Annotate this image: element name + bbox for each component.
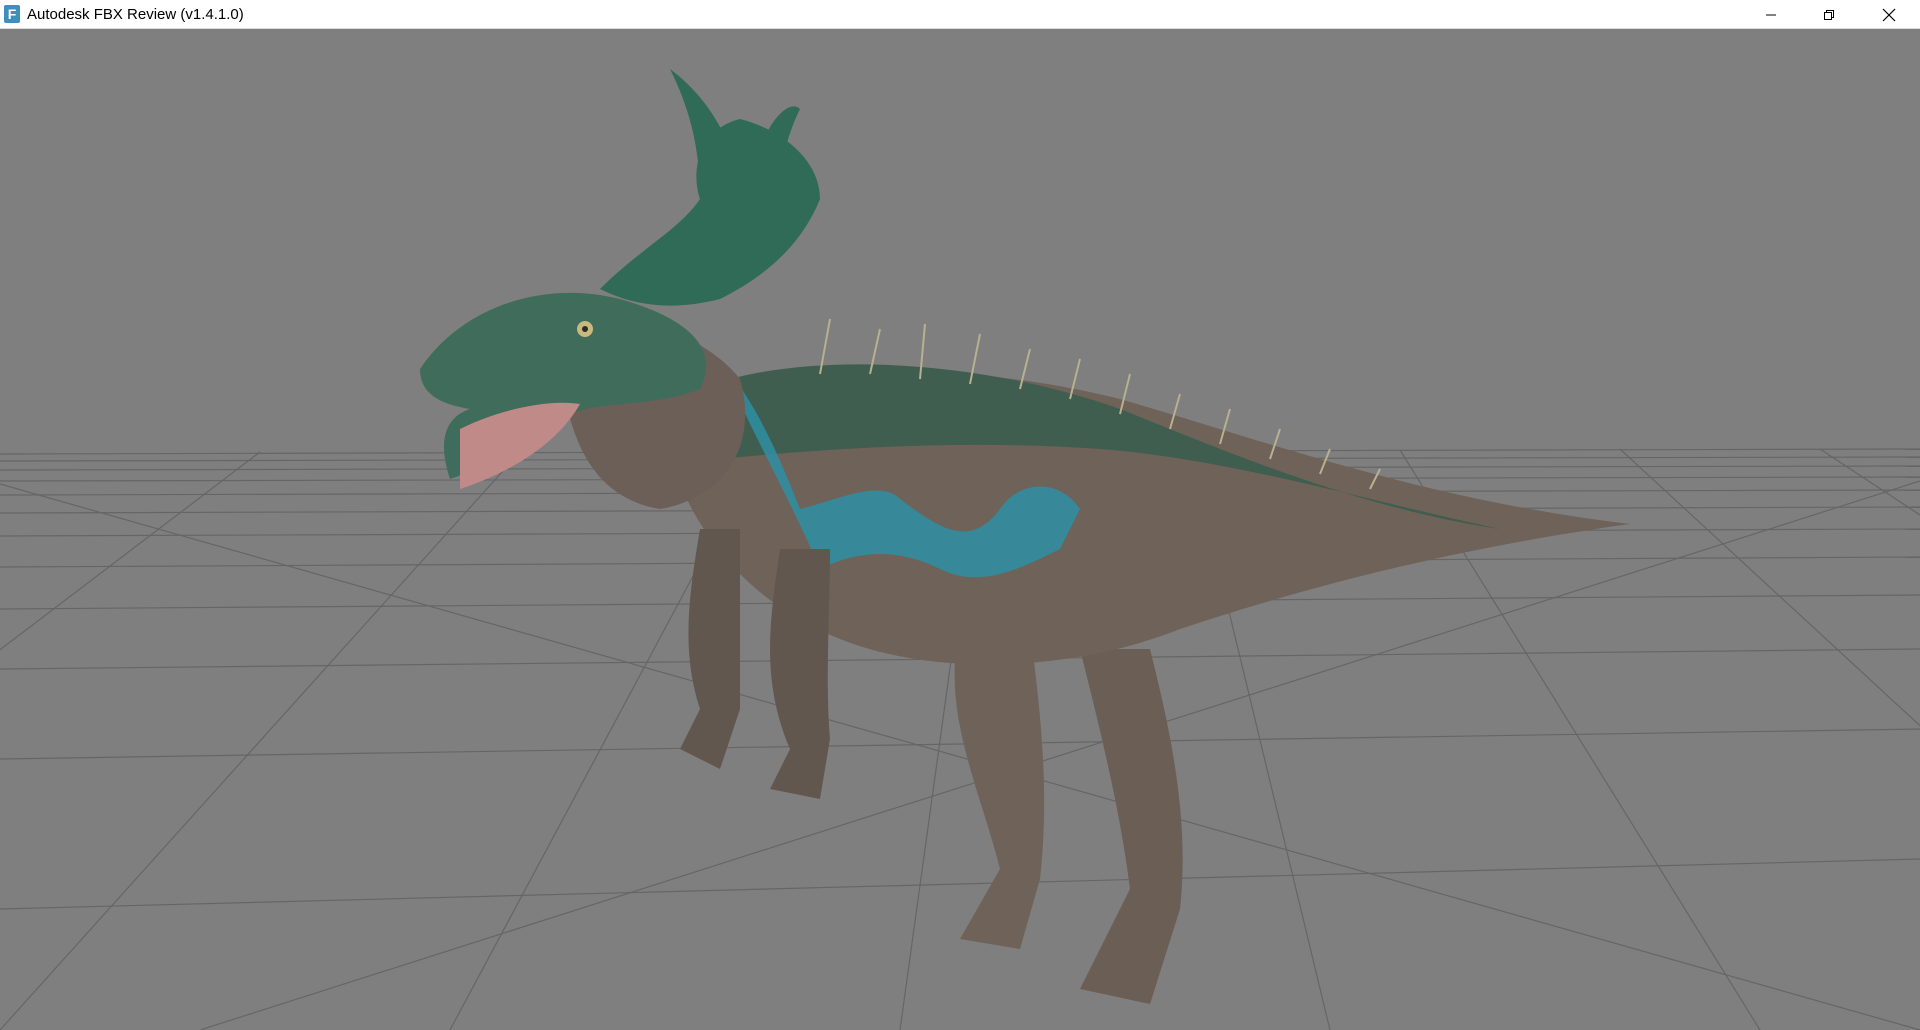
viewport-scene [0,69,1920,1030]
restore-button[interactable] [1800,0,1858,29]
minimize-icon [1766,14,1776,15]
3d-viewport[interactable] [0,29,1920,1030]
minimize-button[interactable] [1742,0,1800,29]
dinosaur-model [420,69,1630,1004]
fbx-review-app-icon: F [4,5,20,23]
restore-icon [1824,9,1834,20]
title-bar: F Autodesk FBX Review (v1.4.1.0) [0,0,1920,29]
close-button[interactable] [1858,0,1920,29]
close-icon [1882,8,1896,21]
window-title: Autodesk FBX Review (v1.4.1.0) [27,6,244,23]
